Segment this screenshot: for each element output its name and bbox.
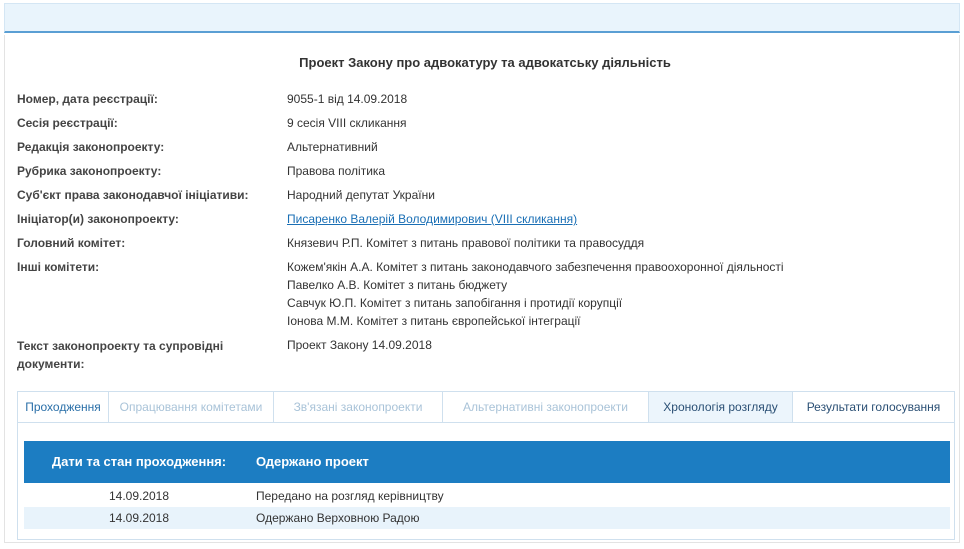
field-label: Редакція законопроекту: bbox=[17, 140, 165, 154]
field-value: 9 сесія VIII скликання bbox=[287, 116, 407, 130]
committee-item: Павелко А.В. Комітет з питань бюджету bbox=[287, 278, 508, 292]
field-label: Ініціатор(и) законопроекту: bbox=[17, 212, 179, 226]
tab-chronology[interactable]: Хронологія розгляду bbox=[649, 391, 793, 423]
initiator-link[interactable]: Писаренко Валерій Володимирович (VIII ск… bbox=[287, 212, 577, 226]
field-label: Текст законопроекту та супровідні докуме… bbox=[17, 339, 224, 371]
document-link[interactable]: Проект Закону 14.09.2018 bbox=[287, 337, 947, 353]
field-value: Народний депутат України bbox=[287, 188, 435, 202]
progress-table-header: Дати та стан проходження: Одержано проек… bbox=[24, 441, 950, 483]
table-row: 14.09.2018 Одержано Верховною Радою bbox=[24, 507, 950, 529]
field-value: Правова політика bbox=[287, 164, 386, 178]
field-label: Номер, дата реєстрації: bbox=[17, 92, 158, 106]
field-value: Альтернативний bbox=[287, 140, 378, 154]
tab-voting-results[interactable]: Результати голосування bbox=[793, 391, 955, 423]
row-text: Одержано Верховною Радою bbox=[256, 511, 420, 525]
row-text: Передано на розгляд керівництву bbox=[256, 489, 444, 503]
committee-item: Савчук Ю.П. Комітет з питань запобігання… bbox=[287, 296, 623, 310]
header-status: Одержано проект bbox=[256, 454, 369, 469]
field-label: Сесія реєстрації: bbox=[17, 116, 118, 130]
row-date: 14.09.2018 bbox=[108, 511, 170, 525]
field-value: 9055-1 від 14.09.2018 bbox=[287, 92, 408, 106]
header-dates: Дати та стан проходження: bbox=[51, 454, 227, 469]
field-label: Суб'єкт права законодавчої ініціативи: bbox=[17, 188, 249, 202]
committee-item: Іонова М.М. Комітет з питань європейсько… bbox=[287, 314, 581, 328]
tab-progress[interactable]: Проходження bbox=[17, 391, 109, 423]
field-label: Інші комітети: bbox=[17, 260, 100, 274]
page-title: Проект Закону про адвокатуру та адвокатс… bbox=[299, 55, 671, 70]
field-label: Рубрика законопроекту: bbox=[17, 164, 162, 178]
committee-item: Кожем'якін А.А. Комітет з питань законод… bbox=[287, 260, 784, 274]
committee-list: Кожем'якін А.А. Комітет з питань законод… bbox=[287, 259, 947, 331]
tab-linked-bills[interactable]: Зв'язані законопроекти bbox=[274, 391, 443, 423]
top-bar bbox=[4, 3, 960, 33]
tab-alternative-bills[interactable]: Альтернативні законопроекти bbox=[443, 391, 649, 423]
field-value: Князевич Р.П. Комітет з питань правової … bbox=[287, 236, 645, 250]
progress-tab-content: Дати та стан проходження: Одержано проек… bbox=[17, 422, 955, 540]
tab-bar: Проходження Опрацювання комітетами Зв'яз… bbox=[17, 391, 955, 423]
tab-committee-processing[interactable]: Опрацювання комітетами bbox=[109, 391, 274, 423]
row-date: 14.09.2018 bbox=[108, 489, 170, 503]
field-label: Головний комітет: bbox=[17, 236, 126, 250]
bill-details-panel: Проект Закону про адвокатуру та адвокатс… bbox=[4, 35, 960, 543]
table-row: 14.09.2018 Передано на розгляд керівницт… bbox=[24, 485, 950, 507]
